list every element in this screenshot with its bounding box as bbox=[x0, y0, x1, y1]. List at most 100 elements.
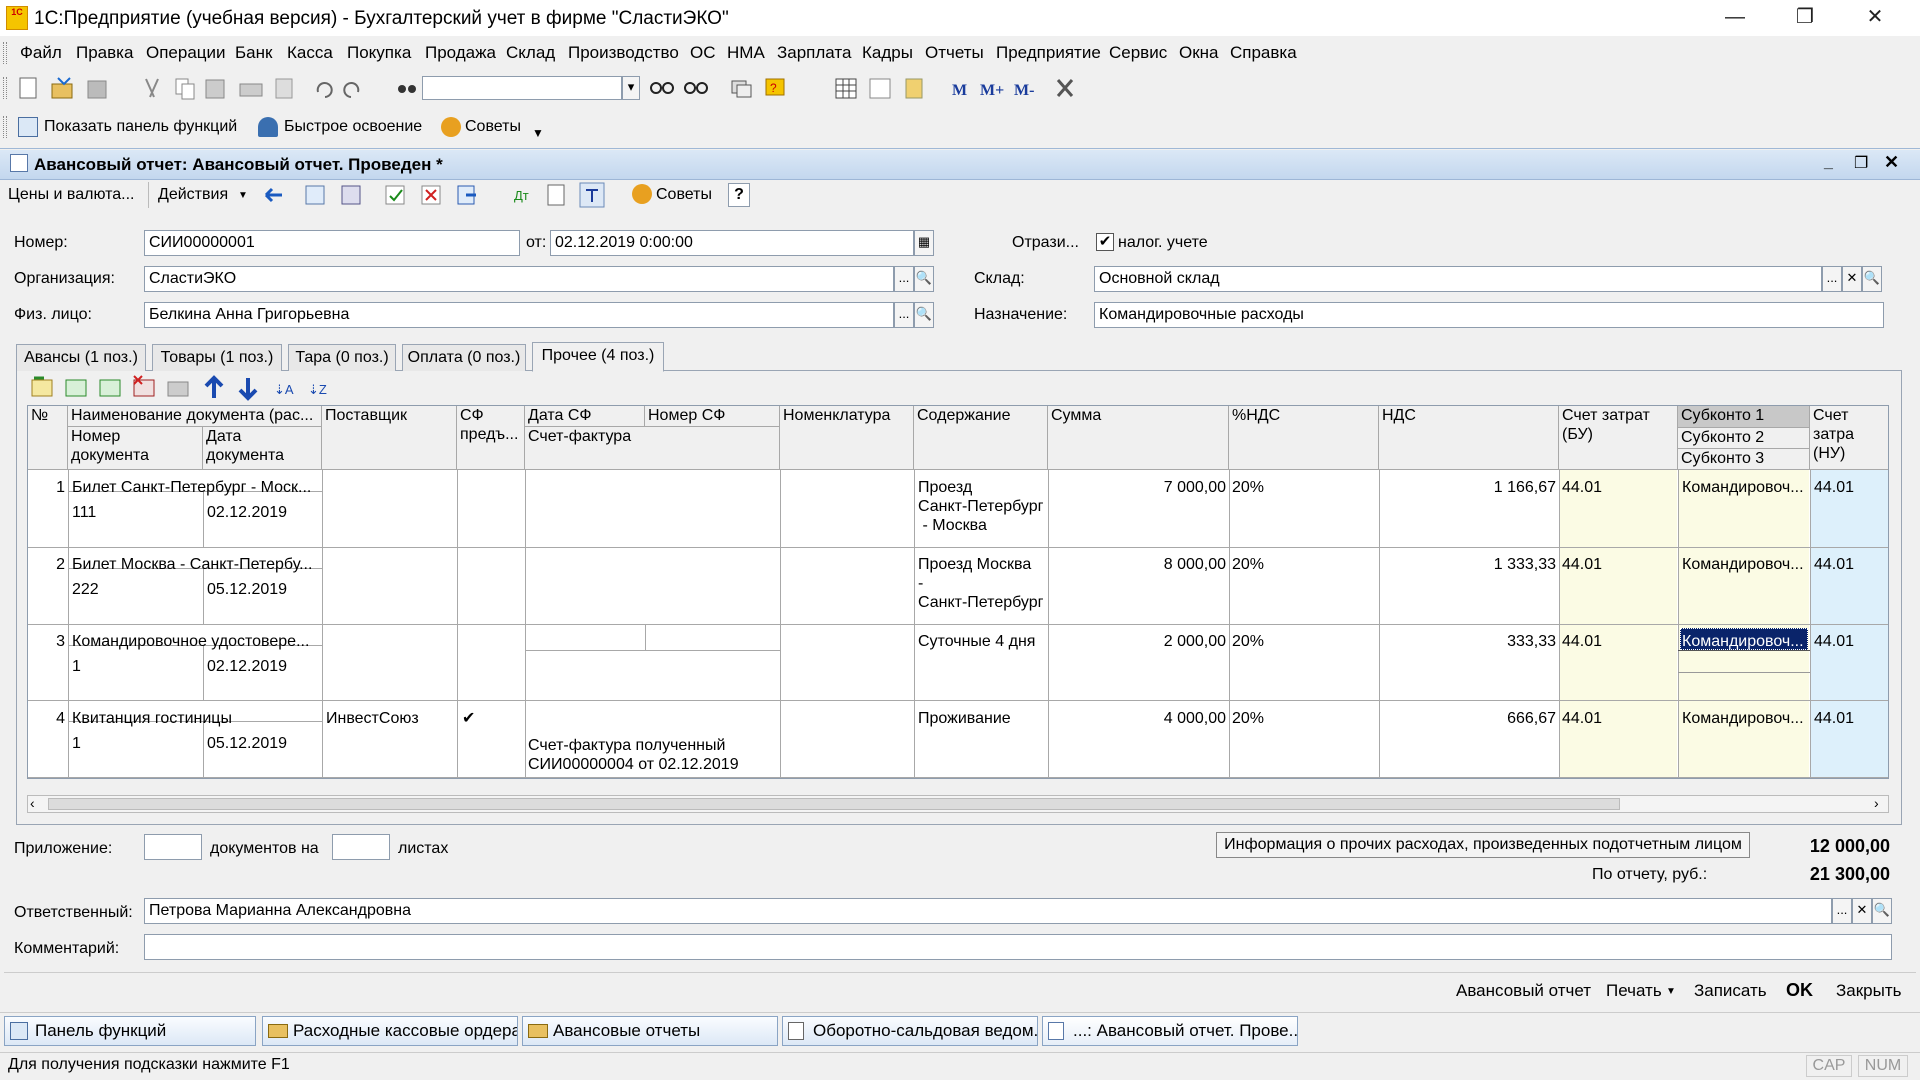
header-content[interactable]: Содержание bbox=[914, 406, 1048, 470]
task-function-panel[interactable]: Панель функций bbox=[4, 1016, 256, 1046]
organization-field[interactable]: СластиЭКО bbox=[144, 266, 894, 292]
header-acc-nu[interactable]: Счет затра (НУ) bbox=[1810, 406, 1888, 470]
prices-currency-button[interactable]: Цены и валюта... bbox=[8, 186, 134, 204]
select-ellipsis-icon[interactable]: ... bbox=[1822, 266, 1842, 292]
header-n[interactable]: № bbox=[28, 406, 68, 470]
row-4-docnum[interactable]: 1 bbox=[72, 734, 200, 754]
row-1-content-line-1[interactable]: Проезд bbox=[918, 478, 1046, 498]
save-button[interactable]: Записать bbox=[1694, 981, 1767, 1001]
person-field[interactable]: Белкина Анна Григорьевна bbox=[144, 302, 894, 328]
scroll-right-icon[interactable]: › bbox=[1874, 795, 1879, 811]
row-2-docdate[interactable]: 05.12.2019 bbox=[207, 580, 319, 600]
row-2-name[interactable]: Билет Москва - Санкт-Петербу... bbox=[72, 555, 320, 575]
scrollbar-thumb[interactable] bbox=[48, 798, 1620, 810]
select-ellipsis-icon[interactable]: ... bbox=[894, 266, 914, 292]
row-3-sum[interactable]: 2 000,00 bbox=[1048, 632, 1229, 652]
row-2-docnum[interactable]: 222 bbox=[72, 580, 200, 600]
menu-sales[interactable]: Продажа bbox=[425, 43, 496, 63]
close-button[interactable]: Закрыть bbox=[1836, 981, 1901, 1001]
row-1-vat[interactable]: 1 166,67 bbox=[1379, 478, 1559, 498]
menu-production[interactable]: Производство bbox=[568, 43, 679, 63]
row-4-sum[interactable]: 4 000,00 bbox=[1048, 709, 1229, 729]
search-icon[interactable]: 🔍 bbox=[914, 302, 934, 328]
menu-enterprise[interactable]: Предприятие bbox=[996, 43, 1101, 63]
clear-icon[interactable]: ✕ bbox=[1842, 266, 1862, 292]
menu-salary[interactable]: Зарплата bbox=[777, 43, 851, 63]
row-4-acc-bu[interactable]: 44.01 bbox=[1562, 709, 1674, 729]
tax-accounting-checkbox[interactable]: ✔ bbox=[1096, 233, 1114, 251]
restore-icon[interactable]: ❐ bbox=[1770, 0, 1840, 36]
row-1-sum[interactable]: 7 000,00 bbox=[1048, 478, 1229, 498]
chevron-down-icon[interactable]: ▼ bbox=[1666, 986, 1676, 997]
row-1-subconto-1[interactable]: Командировоч... bbox=[1682, 478, 1808, 498]
comment-field[interactable] bbox=[144, 934, 1892, 960]
quick-learn-button[interactable]: Быстрое освоение bbox=[284, 118, 422, 136]
doc-close-icon[interactable]: ✕ bbox=[1884, 152, 1899, 173]
print-menu-button[interactable]: Печать bbox=[1606, 981, 1662, 1001]
row-1-vat-pct[interactable]: 20% bbox=[1232, 478, 1372, 498]
clear-icon[interactable]: ✕ bbox=[1852, 898, 1872, 924]
row-3-acc-bu[interactable]: 44.01 bbox=[1562, 632, 1674, 652]
header-acc-bu[interactable]: Счет затрат (БУ) bbox=[1559, 406, 1678, 470]
row-1-acc-nu[interactable]: 44.01 bbox=[1814, 478, 1886, 498]
task-turnover-balance[interactable]: Оборотно-сальдовая ведом... bbox=[782, 1016, 1038, 1046]
doc-restore-icon[interactable]: ❐ bbox=[1854, 153, 1868, 173]
tab-advances[interactable]: Авансы (1 поз.) bbox=[16, 344, 146, 371]
warehouse-field[interactable]: Основной склад bbox=[1094, 266, 1822, 292]
other-expenses-info-button[interactable]: Информация о прочих расходах, произведен… bbox=[1216, 832, 1750, 858]
row-3-vat-pct[interactable]: 20% bbox=[1232, 632, 1372, 652]
chevron-down-icon[interactable]: ▼ bbox=[532, 126, 544, 140]
row-3-content-line-1[interactable]: Суточные 4 дня bbox=[918, 632, 1046, 652]
toolbar-search-input[interactable] bbox=[422, 76, 622, 100]
menu-file[interactable]: Файл bbox=[20, 43, 62, 63]
minimize-icon[interactable]: — bbox=[1700, 0, 1770, 36]
row-4-acc-nu[interactable]: 44.01 bbox=[1814, 709, 1886, 729]
show-panel-button[interactable]: Показать панель функций bbox=[44, 118, 237, 136]
calendar-icon[interactable]: ▦ bbox=[914, 230, 934, 256]
menu-cash[interactable]: Касса bbox=[287, 43, 333, 63]
row-1-docnum[interactable]: 111 bbox=[72, 503, 200, 523]
header-invoice[interactable]: Счет-фактура bbox=[525, 427, 780, 470]
row-2-vat-pct[interactable]: 20% bbox=[1232, 555, 1372, 575]
header-supplier[interactable]: Поставщик bbox=[322, 406, 457, 470]
doc-minimize-icon[interactable]: _ bbox=[1824, 154, 1833, 172]
menu-os[interactable]: ОС bbox=[690, 43, 716, 63]
row-2-acc-bu[interactable]: 44.01 bbox=[1562, 555, 1674, 575]
tab-other[interactable]: Прочее (4 поз.) bbox=[532, 342, 664, 372]
row-4-content-line-1[interactable]: Проживание bbox=[918, 709, 1046, 729]
row-1-acc-bu[interactable]: 44.01 bbox=[1562, 478, 1674, 498]
actions-menu-button[interactable]: Действия bbox=[158, 186, 228, 204]
select-ellipsis-icon[interactable]: ... bbox=[894, 302, 914, 328]
header-sfnum[interactable]: Номер СФ bbox=[645, 406, 780, 427]
attachment-docs-field[interactable] bbox=[144, 834, 202, 860]
header-nomenclature[interactable]: Номенклатура bbox=[780, 406, 914, 470]
header-sfdate[interactable]: Дата СФ bbox=[525, 406, 645, 427]
menu-windows[interactable]: Окна bbox=[1179, 43, 1219, 63]
menu-warehouse[interactable]: Склад bbox=[506, 43, 555, 63]
purpose-field[interactable]: Командировочные расходы bbox=[1094, 302, 1884, 328]
tab-goods[interactable]: Товары (1 поз.) bbox=[152, 344, 282, 371]
row-2-content-line-2[interactable]: - bbox=[918, 574, 1046, 594]
menu-hr[interactable]: Кадры bbox=[862, 43, 913, 63]
close-icon[interactable]: ✕ bbox=[1840, 0, 1910, 36]
help-question-button[interactable]: ? bbox=[728, 183, 750, 207]
menu-operations[interactable]: Операции bbox=[146, 43, 226, 63]
row-2-subconto-1[interactable]: Командировоч... bbox=[1682, 555, 1808, 575]
menu-nma[interactable]: НМА bbox=[727, 43, 765, 63]
row-2-content-line-3[interactable]: Санкт-Петербург bbox=[918, 593, 1046, 613]
header-docname[interactable]: Наименование документа (рас... bbox=[68, 406, 322, 427]
menu-service[interactable]: Сервис bbox=[1109, 43, 1167, 63]
menu-purchase[interactable]: Покупка bbox=[347, 43, 411, 63]
doc-tips-button[interactable]: Советы bbox=[656, 186, 712, 204]
chevron-down-icon[interactable]: ▼ bbox=[238, 190, 248, 201]
tab-packaging[interactable]: Тара (0 поз.) bbox=[288, 344, 396, 371]
row-4-sf-check-icon[interactable]: ✔ bbox=[462, 709, 522, 729]
header-vat[interactable]: НДС bbox=[1379, 406, 1559, 470]
row-3-vat[interactable]: 333,33 bbox=[1379, 632, 1559, 652]
row-4-supplier[interactable]: ИнвестСоюз bbox=[326, 709, 454, 729]
responsible-field[interactable]: Петрова Марианна Александровна bbox=[144, 898, 1832, 924]
row-3-subconto-1[interactable]: Командировоч... bbox=[1682, 632, 1806, 652]
tab-payment[interactable]: Оплата (0 поз.) bbox=[402, 344, 526, 371]
row-4-vat-pct[interactable]: 20% bbox=[1232, 709, 1372, 729]
search-icon[interactable]: 🔍 bbox=[914, 266, 934, 292]
